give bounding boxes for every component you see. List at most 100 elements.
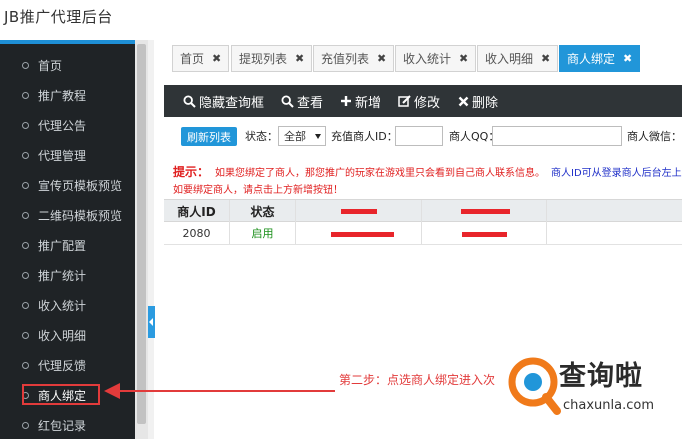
circle-bullet-icon [22, 211, 29, 219]
delete-button[interactable]: 删除 [458, 85, 498, 117]
circle-bullet-icon [22, 301, 29, 309]
tab-merchant-binding[interactable]: 商人绑定 ✖ [559, 45, 641, 72]
tab-withdraw-list[interactable]: 提现列表 ✖ [231, 45, 313, 72]
sidebar-item-agent-management[interactable]: 代理管理 [0, 140, 135, 170]
close-icon [458, 96, 469, 106]
add-label: 新增 [355, 95, 382, 111]
cell-merchant-id: 2080 [164, 222, 230, 244]
tip-line-1: 提示： 如果您绑定了商人，那您推广的玩家在游戏里只会看到自己商人联系信息。 商人ID… [173, 163, 682, 180]
circle-bullet-icon [22, 241, 29, 249]
sidebar-item-label: 二维码模板预览 [38, 208, 123, 223]
tip-prefix: 提示： [173, 165, 210, 179]
delete-label: 删除 [472, 95, 499, 111]
redaction-mark [462, 232, 507, 237]
sidebar-collapse-toggle[interactable] [148, 306, 155, 338]
sidebar-scrollbar-thumb[interactable] [137, 44, 146, 424]
tab-recharge-list[interactable]: 充值列表 ✖ [313, 45, 395, 72]
sidebar-item-label: 收入明细 [38, 328, 87, 343]
search-icon [183, 94, 196, 108]
sidebar-item-agent-notice[interactable]: 代理公告 [0, 110, 135, 140]
annotation-arrowhead [104, 383, 120, 399]
tab-home[interactable]: 首页 ✖ [172, 45, 230, 72]
view-button[interactable]: 查看 [281, 85, 323, 117]
sidebar-item-label: 收入统计 [38, 298, 87, 313]
sidebar-item-red-packet-records[interactable]: 红包记录 [0, 410, 135, 439]
tab-label: 首页 [180, 52, 205, 66]
tab-label: 商人绑定 [567, 52, 616, 66]
sidebar-item-promo-stats[interactable]: 推广统计 [0, 260, 135, 290]
sidebar-item-label: 推广教程 [38, 88, 87, 103]
table-row[interactable]: 2080 启用 [164, 222, 682, 245]
tip-text-red: 如果您绑定了商人，那您推广的玩家在游戏里只会看到自己商人联系信息。 [215, 168, 546, 179]
sidebar-divider [148, 40, 154, 439]
sidebar-item-promo-tutorial[interactable]: 推广教程 [0, 80, 135, 110]
status-select-value: 全部 [284, 130, 306, 143]
close-icon[interactable]: ✖ [541, 52, 550, 65]
view-label: 查看 [297, 95, 324, 111]
sidebar-item-label: 首页 [38, 58, 63, 73]
hide-query-button[interactable]: 隐藏查询框 [183, 85, 264, 117]
tab-label: 收入统计 [403, 52, 452, 66]
chevron-down-icon [315, 134, 321, 139]
column-header-empty [547, 200, 682, 222]
cell-empty [547, 222, 682, 244]
edit-button[interactable]: 修改 [398, 85, 440, 117]
add-button[interactable]: 新增 [340, 85, 381, 117]
status-label: 状态： [245, 130, 278, 143]
sidebar-top-accent [0, 40, 135, 44]
close-icon[interactable]: ✖ [623, 52, 632, 65]
redaction-mark [341, 209, 377, 214]
sidebar-item-label: 推广配置 [38, 238, 87, 253]
watermark: 查询啦 chaxunla.com [507, 352, 679, 424]
edit-icon [398, 94, 411, 107]
merchant-id-label: 充值商人ID： [331, 130, 398, 143]
cell-status: 启用 [230, 222, 296, 244]
circle-bullet-icon [22, 361, 29, 369]
tab-income-stats[interactable]: 收入统计 ✖ [395, 45, 477, 72]
circle-bullet-icon [22, 151, 29, 159]
close-icon[interactable]: ✖ [212, 52, 221, 65]
sidebar-item-promo-config[interactable]: 推广配置 [0, 230, 135, 260]
redaction-mark [331, 232, 394, 237]
highlight-box [22, 384, 100, 405]
tab-label: 提现列表 [239, 52, 288, 66]
close-icon[interactable]: ✖ [459, 52, 468, 65]
close-icon[interactable]: ✖ [295, 52, 304, 65]
circle-bullet-icon [22, 91, 29, 99]
circle-bullet-icon [22, 121, 29, 129]
circle-bullet-icon [22, 181, 29, 189]
sidebar-item-label: 代理管理 [38, 148, 87, 163]
watermark-url: chaxunla.com [563, 398, 654, 413]
merchant-wechat-label: 商人微信： [627, 130, 682, 143]
circle-bullet-icon [22, 61, 29, 69]
column-header-status[interactable]: 状态 [230, 200, 296, 222]
merchant-id-input[interactable] [395, 126, 443, 146]
sidebar-item-income-stats[interactable]: 收入统计 [0, 290, 135, 320]
tab-label: 收入明细 [485, 52, 534, 66]
tip-text-blue: 商人ID可从登录商人后台左上角查 [551, 168, 682, 179]
merchant-binding-table: 商人ID 状态 2080 启用 [164, 199, 682, 245]
sidebar-item-label: 代理反馈 [38, 358, 87, 373]
sidebar-item-qrcode-template-preview[interactable]: 二维码模板预览 [0, 200, 135, 230]
annotation-text: 第二步：点选商人绑定进入次 [339, 373, 496, 387]
watermark-text: 查询啦 [559, 361, 643, 392]
refresh-list-button[interactable]: 刷新列表 [181, 127, 237, 146]
app-title: JB推广代理后台 [4, 8, 113, 26]
circle-bullet-icon [22, 271, 29, 279]
sidebar-item-home[interactable]: 首页 [0, 50, 135, 80]
circle-bullet-icon [22, 421, 29, 429]
status-select[interactable]: 全部 [278, 126, 326, 146]
column-header-merchant-id[interactable]: 商人ID [164, 200, 230, 222]
magnifier-logo-icon [508, 357, 561, 415]
sidebar-item-label: 红包记录 [38, 418, 87, 433]
hide-query-label: 隐藏查询框 [199, 95, 265, 111]
sidebar-item-promo-page-template-preview[interactable]: 宣传页模板预览 [0, 170, 135, 200]
close-icon[interactable]: ✖ [377, 52, 386, 65]
sidebar-item-agent-feedback[interactable]: 代理反馈 [0, 350, 135, 380]
redaction-mark [461, 209, 510, 214]
sidebar-item-income-detail[interactable]: 收入明细 [0, 320, 135, 350]
table-header: 商人ID 状态 [164, 199, 682, 222]
sidebar-item-label: 代理公告 [38, 118, 87, 133]
merchant-qq-input[interactable] [492, 126, 622, 146]
tab-income-detail[interactable]: 收入明细 ✖ [477, 45, 559, 72]
